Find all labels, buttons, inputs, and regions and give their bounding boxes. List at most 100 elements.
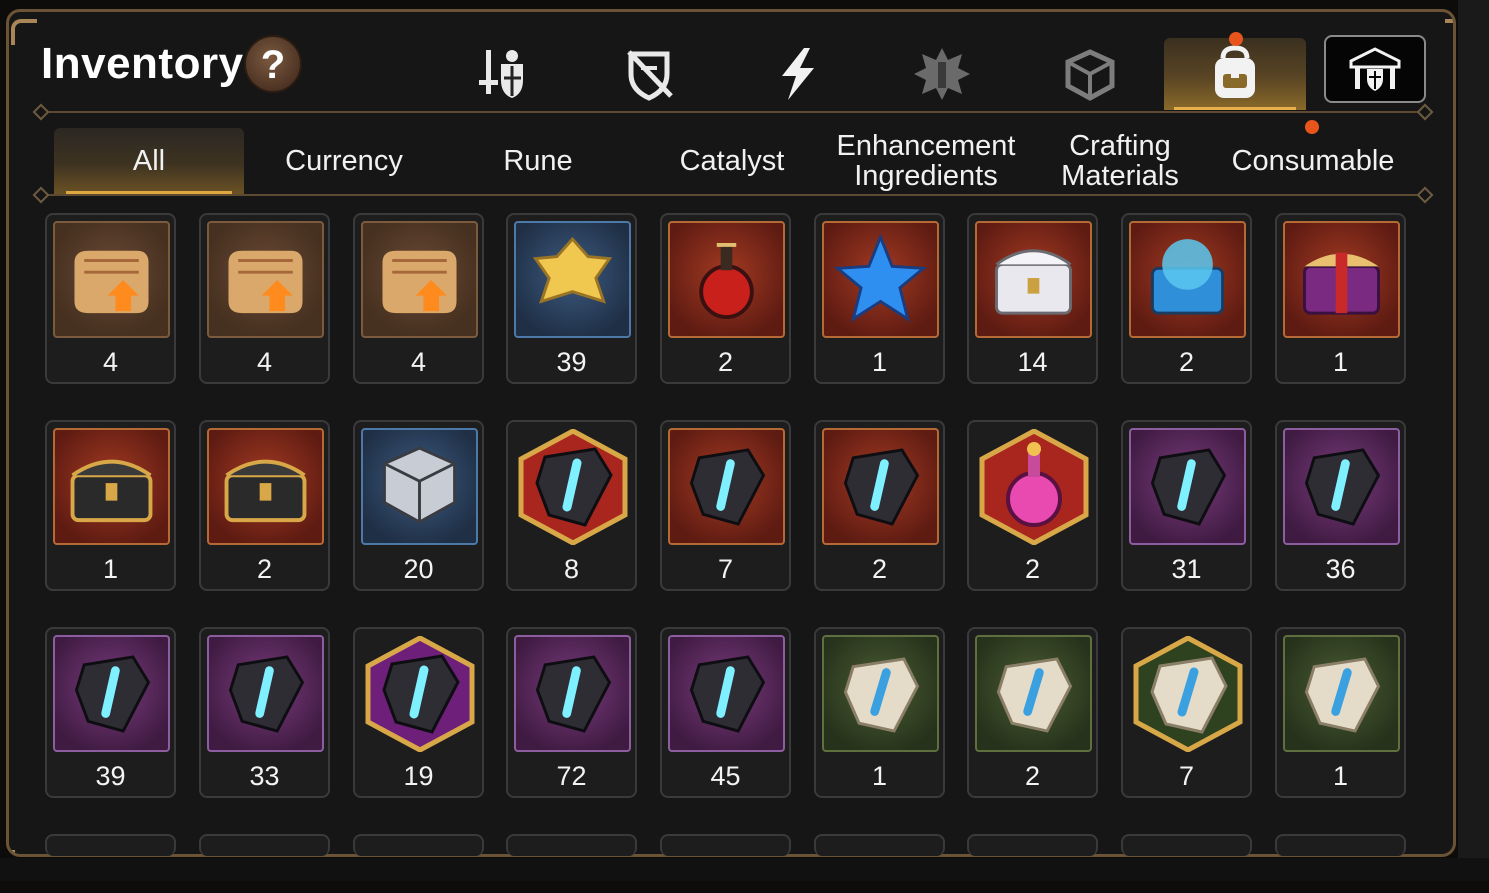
item-count: 31: [1171, 554, 1202, 584]
item-count: 2: [1024, 761, 1041, 791]
green-rune-swirl-icon: [975, 635, 1092, 752]
item-count: 7: [717, 554, 734, 584]
inventory-slot-partial[interactable]: [660, 834, 791, 856]
tab-gear-disabled[interactable]: [578, 38, 720, 110]
tab-shield-pass[interactable]: [1324, 35, 1426, 103]
frame-corner: [11, 19, 37, 45]
item-count: 72: [556, 761, 587, 791]
gold-black-chest-2-icon: [207, 428, 324, 545]
lightning-icon: [782, 48, 814, 100]
inventory-slot[interactable]: 2: [967, 420, 1098, 591]
inventory-slot[interactable]: 2: [967, 627, 1098, 798]
inventory-slot[interactable]: 2: [199, 420, 330, 591]
inventory-slot[interactable]: 4: [353, 213, 484, 384]
item-count: 39: [556, 347, 587, 377]
silver-cube-icon: [361, 428, 478, 545]
green-rune-hammer-icon: [1283, 635, 1400, 752]
divider: [40, 111, 1425, 113]
tab-skills[interactable]: [727, 38, 869, 110]
inventory-slot-partial[interactable]: [45, 834, 176, 856]
subtab-currency[interactable]: Currency: [250, 128, 438, 194]
inventory-slot[interactable]: 39: [506, 213, 637, 384]
inventory-slot[interactable]: 8: [506, 420, 637, 591]
shield-pass-icon: [1349, 47, 1401, 91]
purple-rune-armor-icon: [53, 635, 170, 752]
item-grid: 4 4 4 39 2 1 14 2 1 1 2 20 8 7 2 2 31 36 39 33 19 72 45 1 2 7 1: [45, 213, 1407, 893]
inventory-slot[interactable]: 1: [1275, 213, 1406, 384]
inventory-slot-partial[interactable]: [814, 834, 945, 856]
page-title: Inventory: [41, 39, 244, 88]
inventory-slot[interactable]: 14: [967, 213, 1098, 384]
inventory-slot[interactable]: 45: [660, 627, 791, 798]
tab-crest[interactable]: [871, 38, 1013, 110]
divider: [40, 194, 1425, 196]
frame-corner: [1445, 850, 1453, 854]
inventory-slot-partial[interactable]: [353, 834, 484, 856]
item-count: 4: [410, 347, 427, 377]
inventory-slot[interactable]: 1: [814, 627, 945, 798]
cube-icon: [1065, 49, 1115, 101]
gold-crystal-cluster-icon: [514, 221, 631, 338]
item-count: 36: [1325, 554, 1356, 584]
tab-cube[interactable]: [1019, 38, 1161, 110]
inventory-slot[interactable]: 7: [1121, 627, 1252, 798]
inventory-slot[interactable]: 1: [1275, 627, 1406, 798]
inventory-slot-partial[interactable]: [967, 834, 1098, 856]
inventory-slot[interactable]: 39: [45, 627, 176, 798]
pink-potion-hex-icon: [975, 428, 1092, 545]
purple-rune-boot-icon: [207, 635, 324, 752]
item-count: 7: [1178, 761, 1195, 791]
subtab-catalyst[interactable]: Catalyst: [638, 128, 826, 194]
crossed-shield-icon: [627, 50, 673, 101]
inventory-slot[interactable]: 2: [660, 213, 791, 384]
inventory-slot[interactable]: 1: [814, 213, 945, 384]
item-count: 1: [102, 554, 119, 584]
tab-equipment[interactable]: [430, 38, 572, 110]
subtab-rune[interactable]: Rune: [444, 128, 632, 194]
inventory-slot[interactable]: 2: [814, 420, 945, 591]
subtab-all[interactable]: All: [54, 128, 244, 194]
red-rune-hammer-icon: [668, 428, 785, 545]
item-count: 2: [256, 554, 273, 584]
item-count: 2: [1024, 554, 1041, 584]
backpack-icon: [1215, 45, 1255, 98]
green-rune-sword-icon: [822, 635, 939, 752]
gold-black-chest-icon: [53, 428, 170, 545]
inventory-slot[interactable]: 19: [353, 627, 484, 798]
inventory-slot-partial[interactable]: [1121, 834, 1252, 856]
notification-dot: [1305, 120, 1319, 134]
upgrade-scroll-orange-icon: [53, 221, 170, 338]
item-count: 8: [563, 554, 580, 584]
item-count: 45: [710, 761, 741, 791]
item-count: 20: [403, 554, 434, 584]
item-count: 2: [717, 347, 734, 377]
item-count: 1: [871, 761, 888, 791]
subtab-consumable[interactable]: Consumable: [1222, 128, 1404, 194]
help-button[interactable]: ?: [244, 35, 302, 93]
inventory-slot-partial[interactable]: [1275, 834, 1406, 856]
inventory-slot[interactable]: 36: [1275, 420, 1406, 591]
upgrade-scroll-rainbow-icon: [207, 221, 324, 338]
inventory-slot[interactable]: 72: [506, 627, 637, 798]
inventory-slot[interactable]: 4: [45, 213, 176, 384]
inventory-slot-partial[interactable]: [199, 834, 330, 856]
inventory-slot[interactable]: 4: [199, 213, 330, 384]
blue-star-potion-icon: [822, 221, 939, 338]
item-count: 33: [249, 761, 280, 791]
item-count: 14: [1017, 347, 1048, 377]
inventory-slot[interactable]: 2: [1121, 213, 1252, 384]
inventory-slot[interactable]: 20: [353, 420, 484, 591]
frame-corner: [11, 850, 37, 854]
red-rune-star-icon: [514, 428, 631, 545]
inventory-slot[interactable]: 7: [660, 420, 791, 591]
purple-rune-sword-icon: [1129, 428, 1246, 545]
inventory-slot[interactable]: 1: [45, 420, 176, 591]
tab-inventory[interactable]: [1164, 38, 1306, 110]
subtab-crafting-materials[interactable]: Crafting Materials: [1030, 128, 1210, 194]
subtab-enhancement-ingredients[interactable]: Enhancement Ingredients: [832, 128, 1020, 194]
inventory-slot[interactable]: 33: [199, 627, 330, 798]
inventory-slot[interactable]: 31: [1121, 420, 1252, 591]
green-rune-star-hex-icon: [1129, 635, 1246, 752]
red-potion-flask-icon: [668, 221, 785, 338]
inventory-slot-partial[interactable]: [506, 834, 637, 856]
